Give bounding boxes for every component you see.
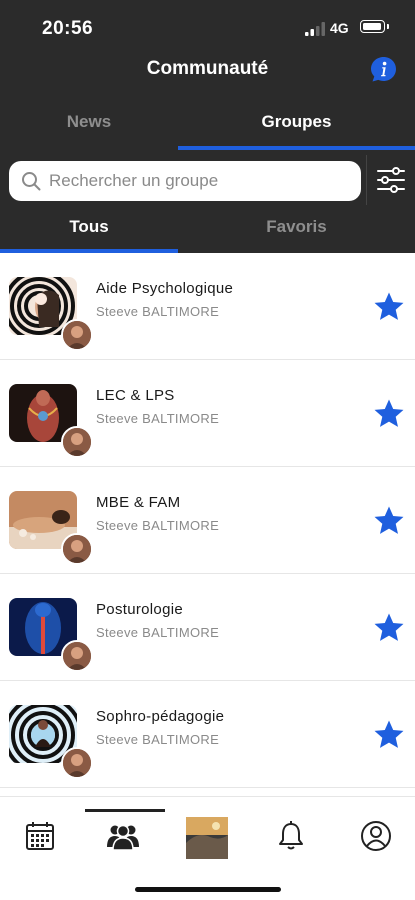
sub-tabs: Tous Favoris	[0, 207, 415, 253]
group-owner: Steeve BALTIMORE	[96, 518, 220, 533]
bell-icon[interactable]	[274, 819, 308, 853]
favorite-star-icon[interactable]	[373, 612, 405, 644]
home-photo-icon[interactable]	[186, 817, 228, 859]
tab-news[interactable]: News	[0, 100, 178, 150]
app-header: 20:56 4G Communauté News Groupes Recherc…	[0, 0, 415, 253]
home-indicator	[135, 887, 281, 892]
group-name: Aide Psychologique	[96, 280, 234, 297]
filter-divider	[366, 155, 367, 205]
group-row[interactable]: Aide Psychologique Steeve BALTIMORE	[0, 253, 415, 360]
favorite-star-icon[interactable]	[373, 719, 405, 751]
profile-icon[interactable]	[359, 819, 393, 853]
favorite-star-icon[interactable]	[373, 505, 405, 537]
group-row[interactable]: Sophro-pédagogie Steeve BALTIMORE	[0, 681, 415, 788]
group-name: Posturologie	[96, 601, 183, 618]
battery-icon	[360, 20, 389, 33]
active-nav-indicator	[85, 809, 165, 812]
search-input[interactable]	[49, 161, 354, 201]
group-name: LEC & LPS	[96, 387, 175, 404]
calendar-icon[interactable]	[23, 819, 57, 853]
info-icon[interactable]	[370, 56, 397, 83]
group-owner: Steeve BALTIMORE	[96, 411, 220, 426]
filter-sliders-icon[interactable]	[376, 165, 406, 195]
tab-favoris[interactable]: Favoris	[178, 207, 415, 253]
owner-avatar	[61, 533, 93, 565]
signal-icon	[305, 22, 325, 36]
top-tabs: News Groupes	[0, 100, 415, 150]
group-name: MBE & FAM	[96, 494, 181, 511]
tab-groupes[interactable]: Groupes	[178, 100, 415, 150]
people-group-icon[interactable]	[106, 819, 140, 853]
group-row[interactable]: MBE & FAM Steeve BALTIMORE	[0, 467, 415, 574]
group-row[interactable]: Posturologie Steeve BALTIMORE	[0, 574, 415, 681]
owner-avatar	[61, 426, 93, 458]
tab-tous[interactable]: Tous	[0, 207, 178, 253]
search-bar[interactable]	[9, 161, 361, 201]
owner-avatar	[61, 640, 93, 672]
group-list: Aide Psychologique Steeve BALTIMORE LEC …	[0, 253, 415, 788]
bottom-nav	[0, 796, 415, 900]
group-name: Sophro-pédagogie	[96, 708, 225, 725]
search-icon	[22, 172, 41, 191]
group-owner: Steeve BALTIMORE	[96, 625, 220, 640]
group-owner: Steeve BALTIMORE	[96, 732, 220, 747]
owner-avatar	[61, 747, 93, 779]
group-row[interactable]: LEC & LPS Steeve BALTIMORE	[0, 360, 415, 467]
favorite-star-icon[interactable]	[373, 291, 405, 323]
favorite-star-icon[interactable]	[373, 398, 405, 430]
status-bar: 20:56 4G	[0, 0, 415, 54]
network-label: 4G	[330, 20, 349, 36]
owner-avatar	[61, 319, 93, 351]
group-owner: Steeve BALTIMORE	[96, 304, 220, 319]
status-time: 20:56	[42, 18, 94, 39]
page-title: Communauté	[146, 58, 269, 79]
